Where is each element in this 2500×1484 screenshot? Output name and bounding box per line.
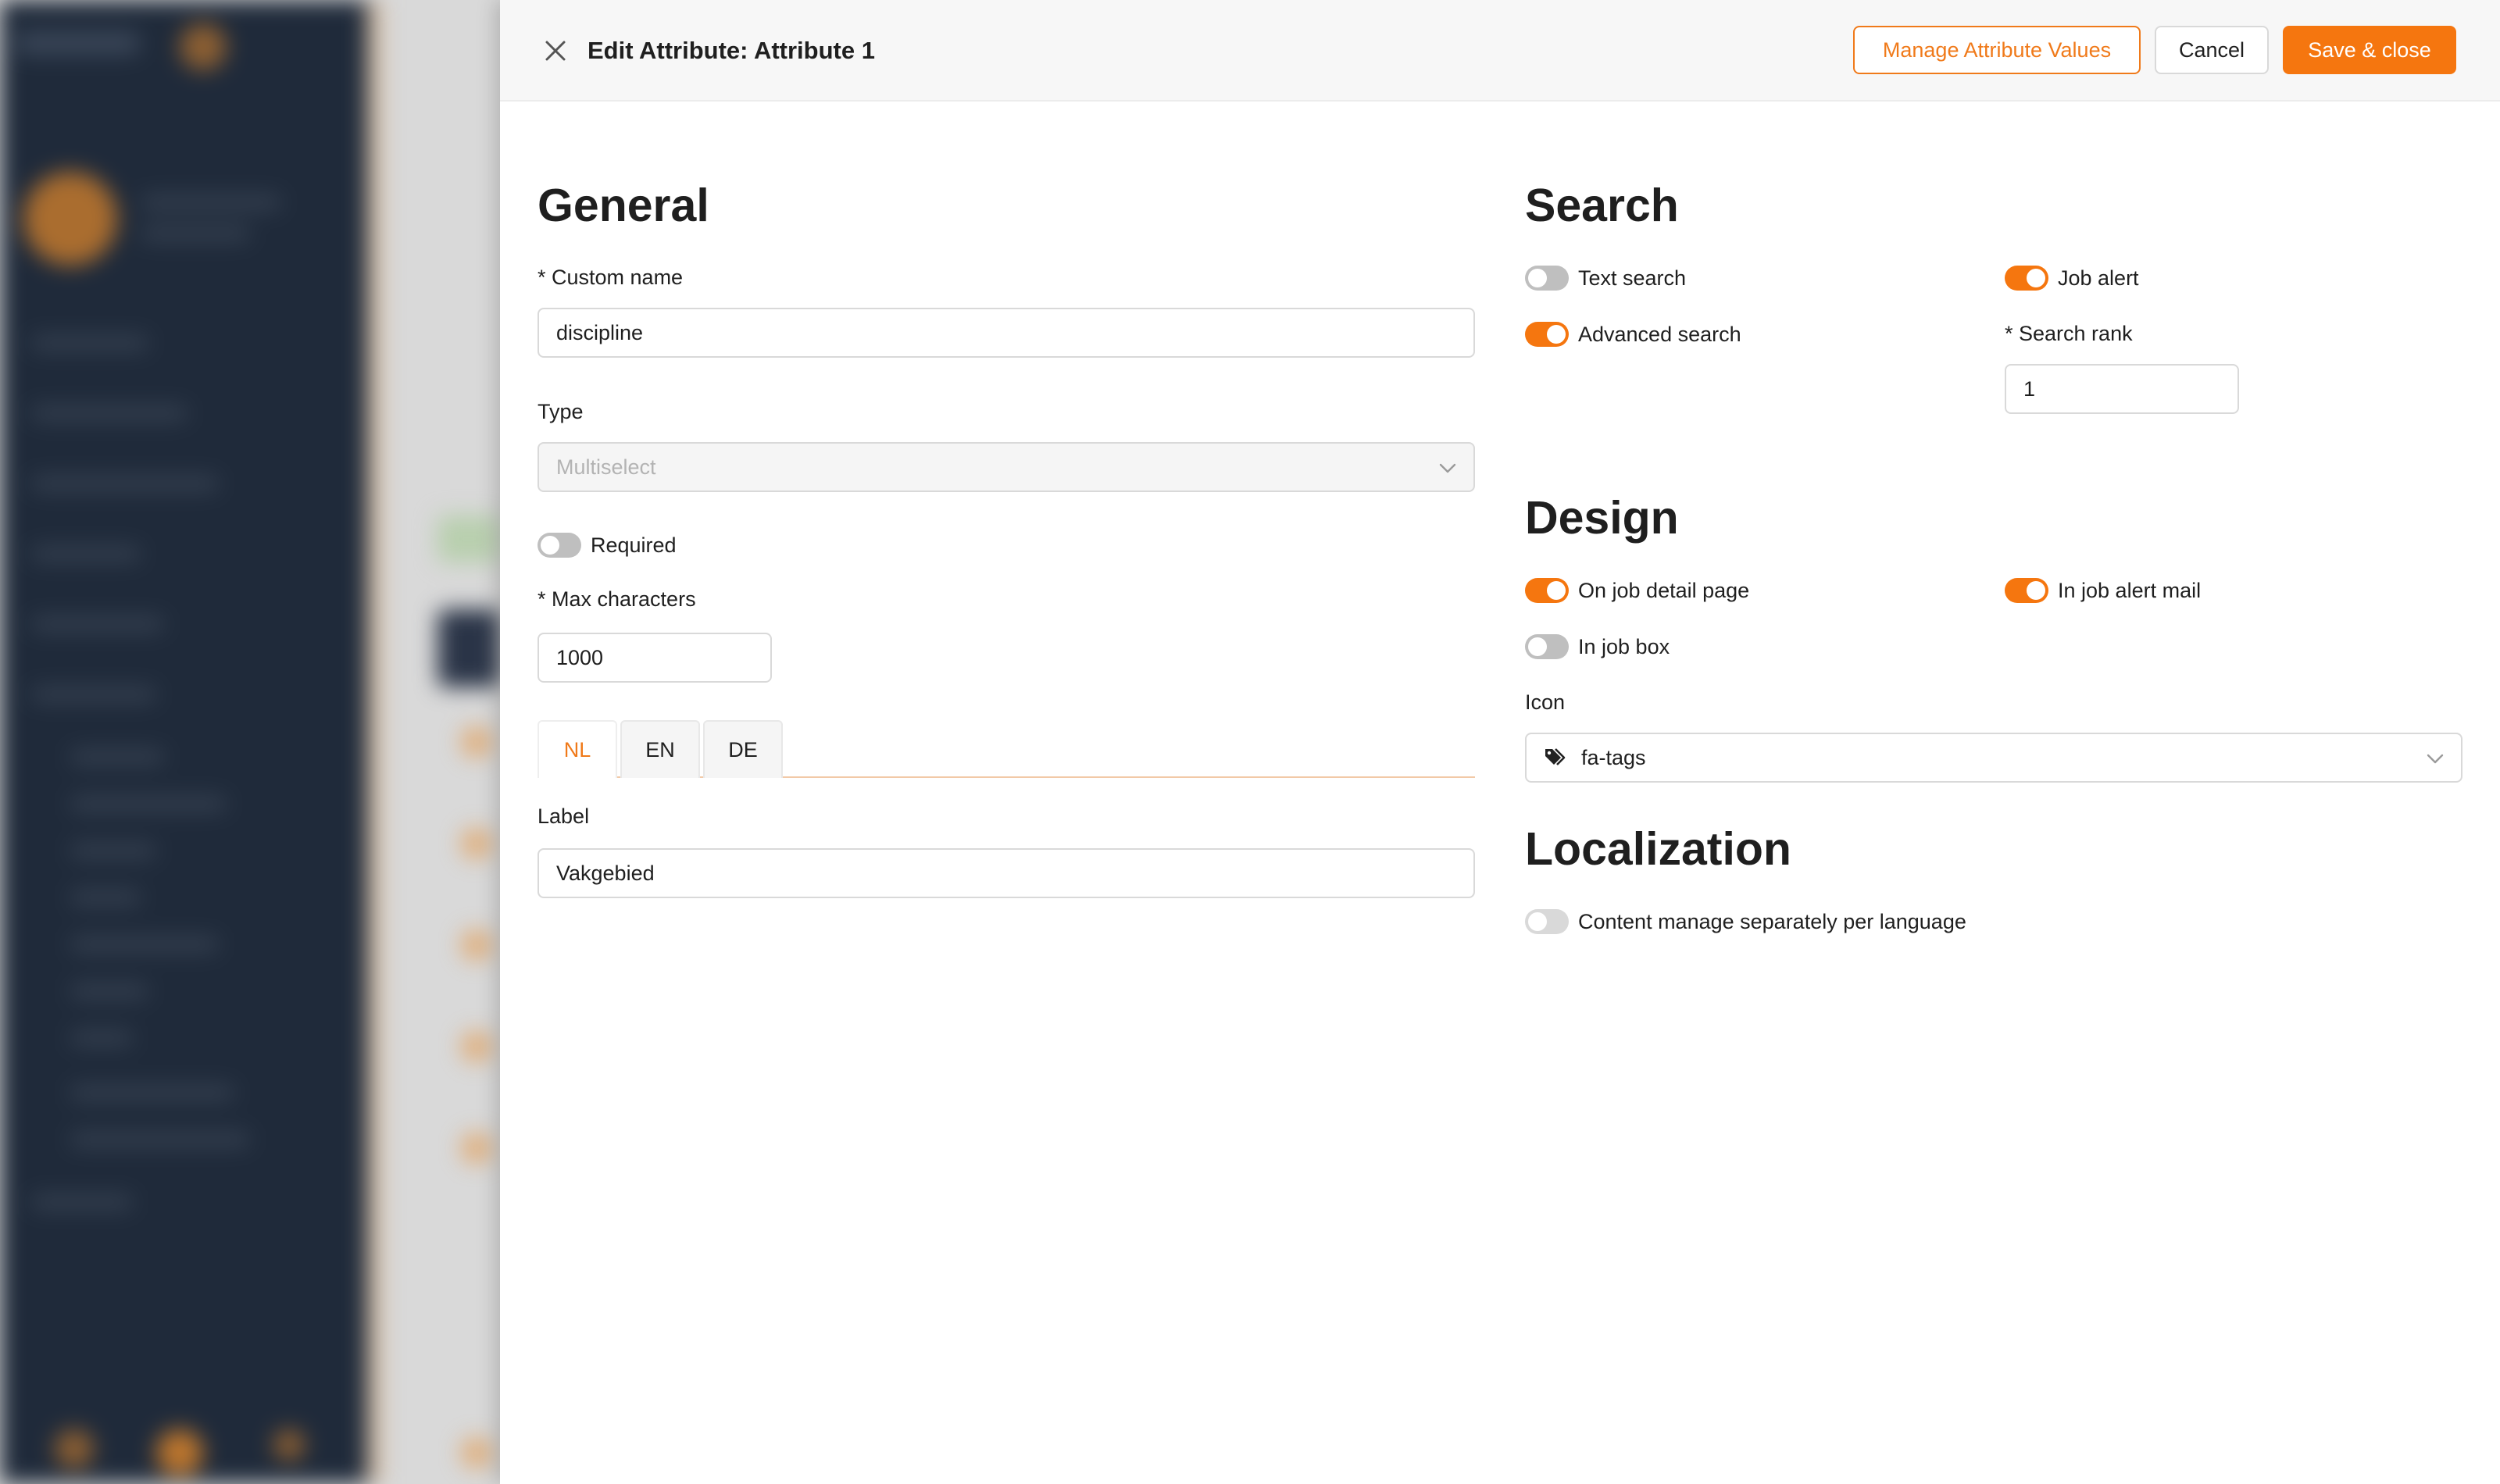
header-actions: Manage Attribute Values Cancel Save & cl… bbox=[1853, 26, 2456, 74]
label-input[interactable]: Vakgebied bbox=[538, 848, 1475, 898]
chevron-down-icon bbox=[2427, 754, 2444, 764]
custom-name-value: discipline bbox=[556, 320, 644, 344]
save-and-close-button[interactable]: Save & close bbox=[2283, 26, 2456, 74]
job-alert-toggle[interactable] bbox=[2005, 266, 2048, 291]
general-title: General bbox=[538, 180, 709, 231]
chevron-down-icon bbox=[1439, 463, 1456, 473]
tab-de[interactable]: DE bbox=[703, 720, 783, 778]
job-alert-label: Job alert bbox=[2058, 266, 2139, 290]
in-job-box-toggle[interactable] bbox=[1525, 634, 1569, 659]
cancel-button[interactable]: Cancel bbox=[2155, 26, 2269, 74]
required-row: Required bbox=[538, 531, 677, 559]
on-job-detail-page-label: On job detail page bbox=[1578, 578, 1750, 602]
custom-name-label: * Custom name bbox=[538, 266, 684, 289]
text-search-row: Text search bbox=[1525, 264, 1686, 292]
custom-name-input[interactable]: discipline bbox=[538, 308, 1475, 358]
search-rank-value: 1 bbox=[2023, 376, 2036, 401]
tab-en[interactable]: EN bbox=[620, 720, 700, 778]
search-title: Search bbox=[1525, 180, 1679, 231]
type-value: Multiselect bbox=[556, 455, 656, 479]
max-characters-input[interactable]: 1000 bbox=[538, 633, 772, 683]
drawer-header: Edit Attribute: Attribute 1 Manage Attri… bbox=[500, 0, 2500, 102]
job-alert-row: Job alert bbox=[2005, 264, 2139, 292]
type-select[interactable]: Multiselect bbox=[538, 442, 1475, 492]
language-tabs: NL EN DE bbox=[538, 720, 1475, 778]
design-title: Design bbox=[1525, 492, 1679, 544]
on-job-detail-page-toggle[interactable] bbox=[1525, 578, 1569, 603]
in-job-alert-mail-toggle[interactable] bbox=[2005, 578, 2048, 603]
in-job-alert-mail-row: In job alert mail bbox=[2005, 576, 2201, 605]
advanced-search-row: Advanced search bbox=[1525, 320, 1741, 348]
search-rank-label: * Search rank bbox=[2005, 322, 2133, 345]
in-job-box-label: In job box bbox=[1578, 634, 1670, 658]
text-search-toggle[interactable] bbox=[1525, 266, 1569, 291]
icon-label: Icon bbox=[1525, 690, 1566, 714]
required-label: Required bbox=[591, 533, 677, 557]
required-toggle[interactable] bbox=[538, 533, 581, 558]
label-field-label: Label bbox=[538, 804, 590, 828]
tags-icon bbox=[1545, 748, 1566, 765]
advanced-search-label: Advanced search bbox=[1578, 322, 1741, 346]
icon-value: fa-tags bbox=[1581, 745, 1646, 769]
close-button[interactable] bbox=[539, 34, 572, 67]
text-search-label: Text search bbox=[1578, 266, 1687, 290]
content-manage-label: Content manage separately per language bbox=[1578, 909, 1966, 933]
localization-title: Localization bbox=[1525, 823, 1791, 875]
max-characters-label: * Max characters bbox=[538, 587, 696, 611]
max-characters-value: 1000 bbox=[556, 645, 604, 669]
content-manage-toggle[interactable] bbox=[1525, 909, 1569, 934]
type-label: Type bbox=[538, 400, 584, 423]
drawer-title: Edit Attribute: Attribute 1 bbox=[588, 37, 875, 64]
content-manage-row: Content manage separately per language bbox=[1525, 908, 1966, 936]
tab-nl[interactable]: NL bbox=[538, 720, 617, 778]
manage-attribute-values-button[interactable]: Manage Attribute Values bbox=[1853, 26, 2141, 74]
advanced-search-toggle[interactable] bbox=[1525, 322, 1569, 347]
icon-select[interactable]: fa-tags bbox=[1525, 733, 2462, 783]
in-job-alert-mail-label: In job alert mail bbox=[2058, 578, 2202, 602]
label-value: Vakgebied bbox=[556, 861, 655, 885]
edit-attribute-drawer: Edit Attribute: Attribute 1 Manage Attri… bbox=[500, 0, 2500, 1484]
close-icon bbox=[545, 41, 566, 61]
in-job-box-row: In job box bbox=[1525, 633, 1670, 661]
search-rank-input[interactable]: 1 bbox=[2005, 364, 2239, 414]
on-job-detail-page-row: On job detail page bbox=[1525, 576, 1749, 605]
